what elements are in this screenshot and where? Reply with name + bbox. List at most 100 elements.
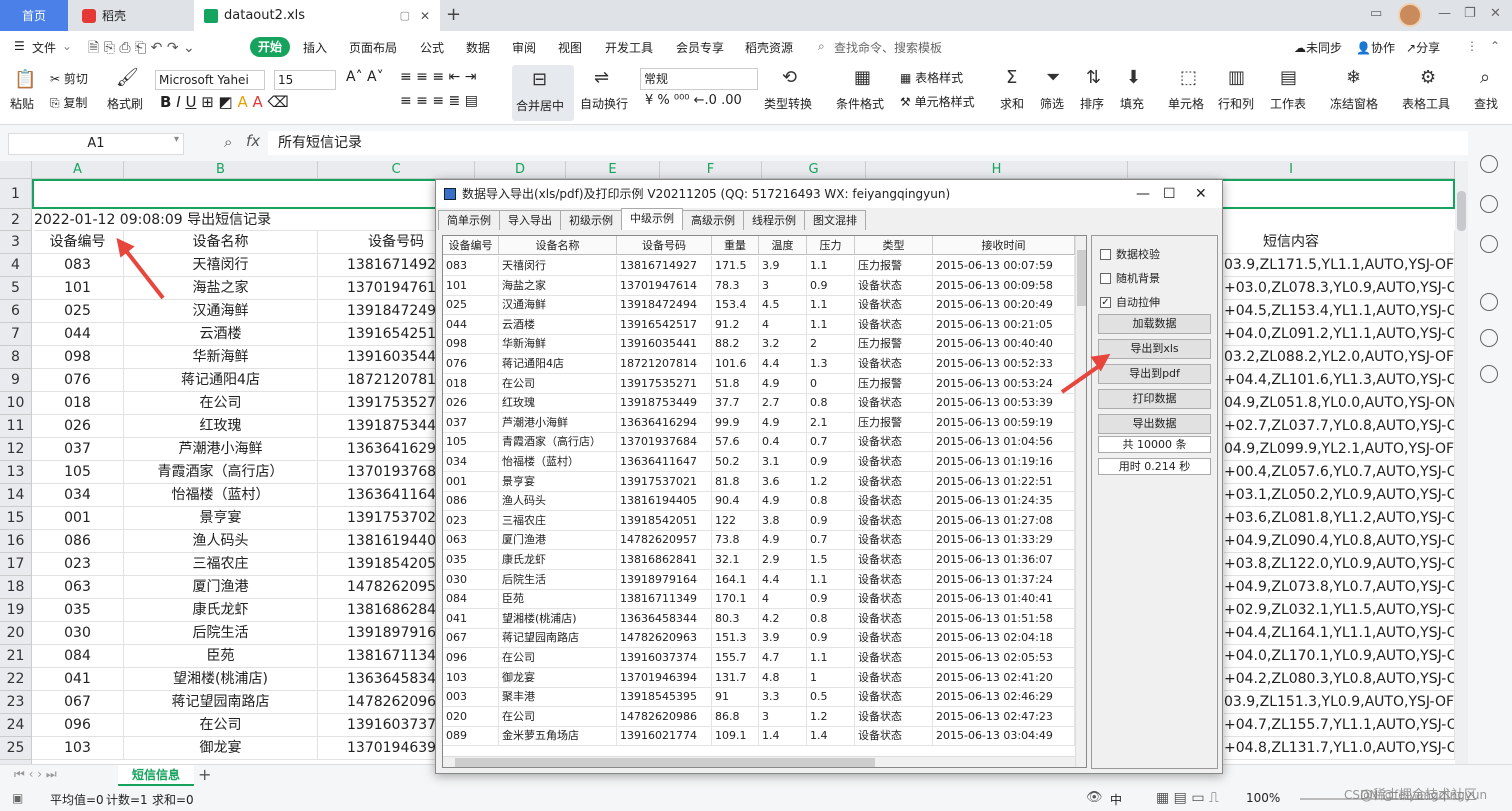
select-all-corner[interactable]	[0, 161, 32, 179]
row-header[interactable]: 19	[0, 599, 32, 622]
cell-device-name[interactable]: 蒋记通阳4店	[124, 369, 318, 392]
column-header[interactable]: H	[866, 161, 1128, 179]
cut-button[interactable]: ✂ 剪切	[50, 70, 88, 87]
table-cell[interactable]: 设备状态	[855, 471, 933, 492]
table-cell[interactable]: 13816194405	[617, 491, 712, 512]
table-cell[interactable]: 003	[443, 687, 499, 708]
cell-sms-content[interactable]: +04.0,ZL091.2,YL1.1,AUTO,YSJ-OF	[1224, 323, 1455, 346]
table-cell[interactable]: 101	[443, 275, 499, 296]
table-cell[interactable]: 0.9	[807, 510, 855, 531]
table-cell[interactable]: 设备状态	[855, 550, 933, 570]
table-cell[interactable]: 2015-06-13 01:37:24	[933, 569, 1075, 590]
worksheet-button[interactable]: 工作表	[1270, 95, 1306, 112]
header-device-name[interactable]: 设备名称	[124, 231, 318, 254]
row-header[interactable]: 17	[0, 553, 32, 576]
eye-icon[interactable]: 👁	[1086, 790, 1103, 805]
cell-device-id[interactable]: 103	[32, 737, 124, 760]
table-cell[interactable]: 金米萝五角场店	[499, 726, 617, 747]
table-vscroll[interactable]	[1075, 236, 1086, 767]
table-cell[interactable]: 0.5	[807, 687, 855, 708]
table-cell[interactable]: 压力报警	[855, 373, 933, 394]
table-cell[interactable]: 蒋记通阳4店	[499, 354, 617, 374]
cell-sms-content[interactable]: +03.6,ZL081.8,YL1.2,AUTO,YSJ-OF	[1224, 507, 1455, 530]
table-cell[interactable]: 望湘楼(桃浦店)	[499, 608, 617, 629]
row-header[interactable]: 8	[0, 346, 32, 369]
table-cell[interactable]: 设备状态	[855, 726, 933, 747]
fill-button[interactable]: 填充	[1120, 95, 1144, 112]
table-tools-icon[interactable]: ⚙	[1420, 67, 1436, 88]
table-cell[interactable]: 13918979164	[617, 569, 712, 590]
menu-dev-tools[interactable]: 开发工具	[605, 39, 653, 56]
table-cell[interactable]: 105	[443, 432, 499, 453]
table-cell[interactable]: 三福农庄	[499, 510, 617, 531]
table-cell[interactable]: 2015-06-13 02:47:23	[933, 706, 1075, 727]
table-column-header[interactable]: 设备名称	[499, 236, 617, 255]
fx-icon[interactable]: fx	[246, 132, 260, 150]
table-cell[interactable]: 4.9	[759, 412, 807, 433]
table-cell[interactable]: 4.4	[759, 569, 807, 590]
table-cell[interactable]: 044	[443, 314, 499, 335]
column-header[interactable]: G	[762, 161, 866, 179]
cell-device-name[interactable]: 在公司	[124, 714, 318, 737]
table-column-header[interactable]: 接收时间	[933, 236, 1075, 255]
cell-device-id[interactable]: 035	[32, 599, 124, 622]
menu-review[interactable]: 审阅	[512, 39, 536, 56]
cell-sms-content[interactable]: +04.0,ZL170.1,YL0.9,AUTO,YSJ-ON	[1224, 645, 1455, 668]
paste-icon[interactable]: 📋	[14, 69, 36, 90]
select-icon[interactable]	[1480, 235, 1498, 253]
table-cell[interactable]: 170.1	[712, 589, 759, 610]
table-cell[interactable]: 78.3	[712, 275, 759, 296]
cell-device-id[interactable]: 023	[32, 553, 124, 576]
table-cell[interactable]: 99.9	[712, 412, 759, 433]
table-cell[interactable]: 2015-06-13 00:07:59	[933, 256, 1075, 276]
table-cell[interactable]: 2015-06-13 00:52:33	[933, 354, 1075, 374]
table-cell[interactable]: 13636458344	[617, 608, 712, 629]
row-header[interactable]: 1	[0, 179, 32, 209]
table-cell[interactable]: 13916542517	[617, 314, 712, 335]
row-header[interactable]: 25	[0, 737, 32, 760]
table-cell[interactable]: 2015-06-13 01:22:51	[933, 471, 1075, 492]
table-cell[interactable]: 57.6	[712, 432, 759, 453]
table-cell[interactable]: 在公司	[499, 648, 617, 668]
table-cell[interactable]: 4.5	[759, 295, 807, 316]
table-cell[interactable]: 18721207814	[617, 354, 712, 374]
cell-sms-content[interactable]: +03.0,ZL078.3,YL0.9,AUTO,YSJ-OF	[1224, 277, 1455, 300]
menu-member[interactable]: 会员专享	[676, 39, 724, 56]
table-cell[interactable]: 13701946394	[617, 667, 712, 688]
window-close-icon[interactable]: ✕	[1490, 6, 1501, 21]
cell-sms-content[interactable]: +04.4,ZL101.6,YL1.3,AUTO,YSJ-OF	[1224, 369, 1455, 392]
column-header[interactable]: E	[566, 161, 660, 179]
table-cell[interactable]: 2015-06-13 00:20:49	[933, 295, 1075, 316]
sum-icon[interactable]: Σ	[1006, 67, 1017, 88]
close-icon[interactable]: ✕	[420, 9, 430, 23]
table-cell[interactable]: 083	[443, 256, 499, 276]
table-cell[interactable]: 14782620957	[617, 530, 712, 551]
share-button[interactable]: ↗分享	[1406, 39, 1440, 56]
row-header[interactable]: 23	[0, 691, 32, 714]
table-cell[interactable]: 089	[443, 726, 499, 747]
fill-icon[interactable]: ⬇	[1126, 67, 1141, 88]
table-cell[interactable]: 渔人码头	[499, 491, 617, 512]
cell-device-id[interactable]: 086	[32, 530, 124, 553]
dialog-tab[interactable]: 中级示例	[621, 208, 683, 230]
table-cell[interactable]: 3	[759, 275, 807, 296]
table-cell[interactable]: 2.1	[807, 412, 855, 433]
table-cell[interactable]: 设备状态	[855, 314, 933, 335]
table-cell[interactable]: 91	[712, 687, 759, 708]
view-mode-icons[interactable]: ▦ ▤ ▭ ⎍	[1156, 790, 1219, 806]
table-cell[interactable]: 2015-06-13 00:53:24	[933, 373, 1075, 394]
scroll-thumb[interactable]	[1457, 191, 1466, 231]
cell-device-id[interactable]: 041	[32, 668, 124, 691]
table-cell[interactable]: 2015-06-13 02:46:29	[933, 687, 1075, 708]
table-column-header[interactable]: 重量	[712, 236, 759, 255]
table-cell[interactable]: 设备状态	[855, 510, 933, 531]
table-cell[interactable]: 2015-06-13 01:36:07	[933, 550, 1075, 570]
cell-icon[interactable]: ⬚	[1180, 67, 1197, 88]
table-cell[interactable]: 13918753449	[617, 393, 712, 414]
table-cell[interactable]: 4.7	[759, 648, 807, 668]
menu-start[interactable]: 开始	[250, 37, 290, 57]
zoom-icon[interactable]: ⌕	[224, 133, 232, 151]
table-cell[interactable]: 2015-06-13 01:19:16	[933, 452, 1075, 472]
cell-device-id[interactable]: 063	[32, 576, 124, 599]
table-cell[interactable]: 2015-06-13 00:59:19	[933, 412, 1075, 433]
